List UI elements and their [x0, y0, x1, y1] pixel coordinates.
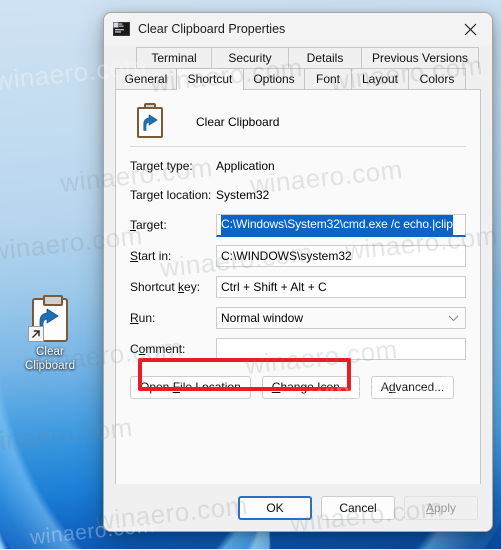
- dialog-footer: OK Cancel Apply: [104, 484, 492, 531]
- run-dropdown[interactable]: Normal window: [216, 307, 466, 329]
- comment-label: Comment:: [130, 342, 186, 356]
- run-dropdown-value: Normal window: [221, 311, 304, 325]
- tab-options-label: Options: [253, 72, 295, 86]
- panel-header: Clear Clipboard: [116, 90, 480, 142]
- tab-general-label: General: [124, 72, 168, 86]
- shortcut-key-label: Shortcut key:: [130, 280, 201, 294]
- dialog-title: Clear Clipboard Properties: [138, 22, 286, 36]
- change-icon-rest: hange Icon...: [280, 380, 350, 394]
- tab-previous-versions[interactable]: Previous Versions: [361, 47, 479, 68]
- row-comment: Comment:: [130, 338, 466, 360]
- clipboard-shortcut-icon-large: [134, 102, 166, 139]
- chevron-down-icon: [448, 315, 459, 321]
- tab-row-top-spacer: [115, 47, 137, 68]
- tab-strip: Terminal Security Details Previous Versi…: [115, 47, 481, 90]
- comment-label-rest: mment:: [145, 342, 186, 356]
- change-icon-button[interactable]: Change Icon...: [261, 376, 360, 399]
- row-shortcut-key: Shortcut key: Ctrl + Shift + Alt + C: [130, 276, 466, 298]
- cancel-button[interactable]: Cancel: [321, 495, 395, 520]
- tab-general[interactable]: General: [115, 68, 177, 89]
- run-label: Run:: [130, 311, 156, 325]
- tab-security-label: Security: [228, 51, 272, 65]
- desktop-shortcut-clear-clipboard[interactable]: Clear Clipboard: [8, 295, 92, 373]
- row-run: Run: Normal window: [130, 307, 466, 329]
- dialog-titlebar[interactable]: Clear Clipboard Properties: [104, 13, 492, 45]
- target-input[interactable]: C:\Windows\System32\cmd.exe /c echo.|cli…: [216, 213, 466, 237]
- row-target: Target: C:\Windows\System32\cmd.exe /c e…: [130, 213, 466, 237]
- tab-terminal[interactable]: Terminal: [136, 47, 212, 68]
- tab-font[interactable]: Font: [304, 68, 352, 89]
- panel-button-row: Open File Location Change Icon... Advanc…: [116, 369, 480, 399]
- shortcut-tab-panel: Clear Clipboard Target type: Application…: [115, 89, 481, 510]
- ok-button[interactable]: OK: [238, 495, 312, 520]
- start-in-input[interactable]: C:\WINDOWS\system32: [216, 245, 466, 267]
- advanced-rest: vanced...: [395, 380, 445, 394]
- desktop-icon-label-line1: Clear: [36, 346, 64, 358]
- tab-colors[interactable]: Colors: [408, 68, 466, 89]
- tab-layout[interactable]: Layout: [351, 68, 409, 89]
- target-label: Target:: [130, 218, 167, 232]
- close-icon[interactable]: [448, 13, 492, 45]
- comment-input[interactable]: [216, 338, 466, 360]
- apply-rest: pply: [434, 500, 457, 515]
- tab-terminal-label: Terminal: [151, 51, 197, 65]
- tab-options[interactable]: Options: [243, 68, 305, 89]
- shortcut-key-input-value: Ctrl + Shift + Alt + C: [221, 280, 327, 294]
- shortcut-key-label-rest: ey:: [184, 280, 201, 294]
- start-in-label-rest: tart in:: [138, 249, 172, 263]
- clipboard-shortcut-icon: [28, 295, 72, 342]
- field-rows: Target type: Application Target location…: [116, 147, 480, 360]
- shortcut-key-input[interactable]: Ctrl + Shift + Alt + C: [216, 276, 466, 298]
- tab-row-top: Terminal Security Details Previous Versi…: [115, 47, 481, 68]
- tab-security[interactable]: Security: [211, 47, 289, 68]
- tab-font-label: Font: [315, 72, 340, 86]
- start-in-input-value: C:\WINDOWS\system32: [221, 249, 352, 263]
- tab-details[interactable]: Details: [288, 47, 362, 68]
- shortcut-arrow-overlay-icon: [28, 326, 44, 342]
- tab-shortcut-label: Shortcut: [187, 72, 233, 86]
- properties-dialog: Clear Clipboard Properties Terminal Secu…: [103, 12, 493, 532]
- desktop-icon-label: Clear Clipboard: [8, 346, 92, 373]
- target-location-value: System32: [216, 188, 270, 202]
- start-in-label: Start in:: [130, 249, 172, 263]
- target-type-value: Application: [216, 159, 275, 173]
- desktop-icon-label-line2: Clipboard: [24, 359, 76, 372]
- target-input-value: C:\Windows\System32\cmd.exe /c echo.|cli…: [221, 214, 453, 235]
- tab-shortcut[interactable]: Shortcut: [176, 68, 244, 90]
- row-start-in: Start in: C:\WINDOWS\system32: [130, 245, 466, 267]
- run-label-rest: un:: [138, 311, 156, 325]
- row-target-type: Target type: Application: [130, 156, 466, 176]
- tab-layout-label: Layout: [361, 72, 399, 86]
- row-target-location: Target location: System32: [130, 185, 466, 205]
- tab-details-label: Details: [306, 51, 344, 65]
- apply-button: Apply: [404, 495, 478, 520]
- target-label-rest: arget:: [136, 218, 167, 232]
- open-file-location-rest: ile Location: [180, 380, 241, 394]
- tab-colors-label: Colors: [419, 72, 455, 86]
- open-file-location-button[interactable]: Open File Location: [130, 376, 251, 399]
- console-app-icon: [113, 22, 130, 36]
- target-type-label: Target type:: [130, 159, 193, 173]
- target-location-label: Target location:: [130, 188, 212, 202]
- tab-row-bottom: General Shortcut Options Font Layout Col…: [115, 68, 481, 90]
- advanced-button[interactable]: Advanced...: [370, 376, 455, 399]
- shortcut-name-label: Clear Clipboard: [196, 114, 280, 129]
- blue-arrow-icon-large: [143, 113, 158, 131]
- tab-previous-versions-label: Previous Versions: [371, 51, 469, 65]
